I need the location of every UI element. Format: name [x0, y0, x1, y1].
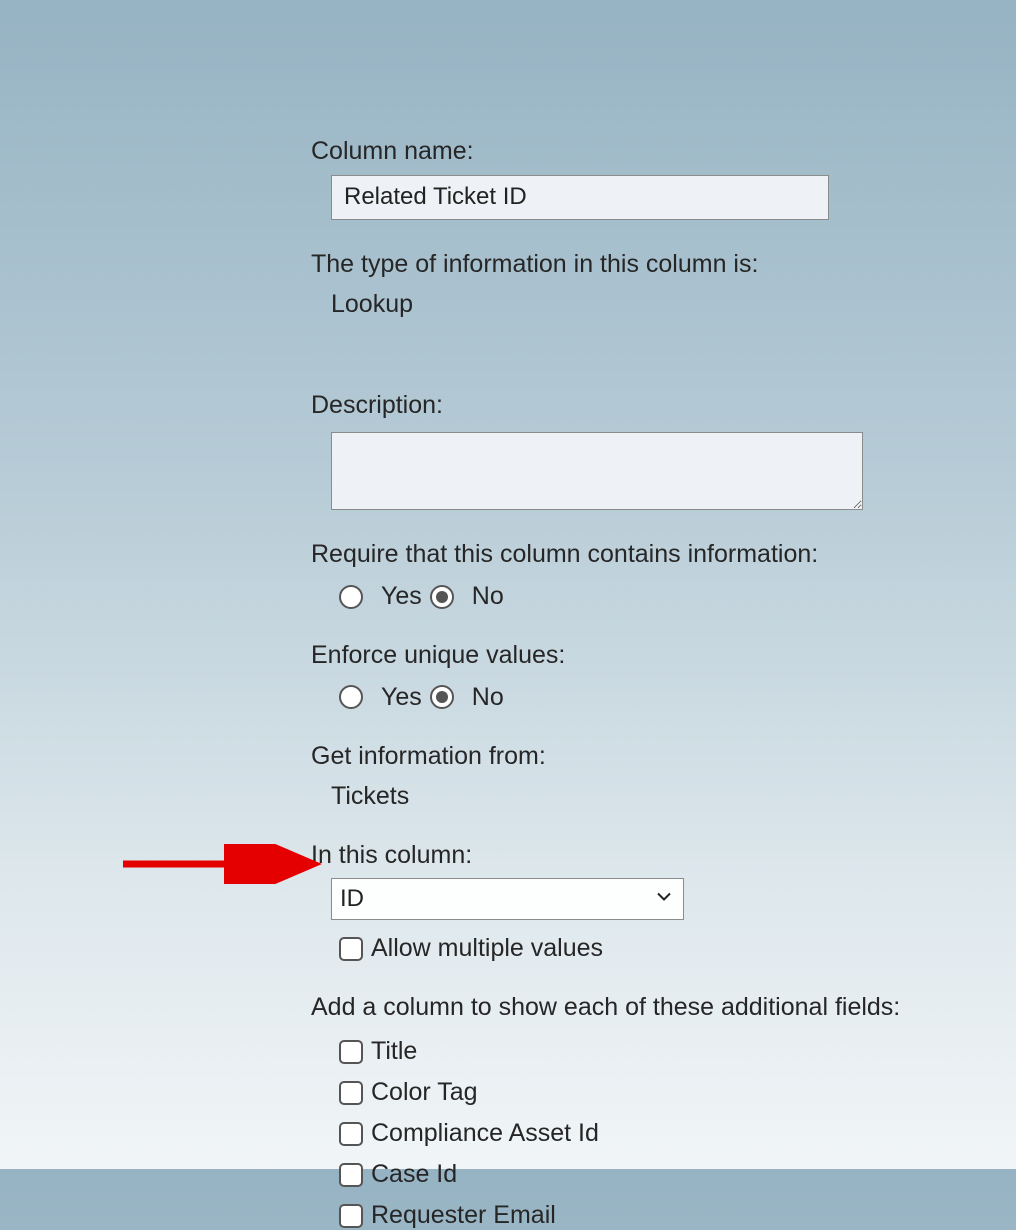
- require-yes-label: Yes: [381, 582, 422, 611]
- field-label: Title: [371, 1037, 417, 1066]
- add-column-label: Add a column to show each of these addit…: [311, 991, 1001, 1025]
- field-label: Requester Email: [371, 1201, 556, 1230]
- description-input[interactable]: [331, 432, 863, 510]
- annotation-arrow-icon: [118, 844, 328, 884]
- require-label: Require that this column contains inform…: [311, 538, 1001, 572]
- field-checkbox-title[interactable]: [339, 1040, 363, 1064]
- enforce-unique-label: Enforce unique values:: [311, 639, 1001, 673]
- column-type-value: Lookup: [331, 290, 1001, 319]
- field-checkbox-case-id[interactable]: [339, 1163, 363, 1187]
- in-this-column-value: ID: [340, 885, 364, 913]
- field-label: Color Tag: [371, 1078, 478, 1107]
- field-checkbox-color-tag[interactable]: [339, 1081, 363, 1105]
- unique-no-radio[interactable]: [430, 685, 454, 709]
- require-no-radio[interactable]: [430, 585, 454, 609]
- field-label: Compliance Asset Id: [371, 1119, 599, 1148]
- require-yes-radio[interactable]: [339, 585, 363, 609]
- field-label: Case Id: [371, 1160, 457, 1189]
- column-name-label: Column name:: [311, 135, 1001, 169]
- in-this-column-label: In this column:: [311, 839, 1001, 873]
- unique-no-label: No: [472, 683, 504, 712]
- field-checkbox-requester-email[interactable]: [339, 1204, 363, 1228]
- additional-fields-list: Title Color Tag Compliance Asset Id Case…: [311, 1037, 1001, 1230]
- allow-multiple-checkbox[interactable]: [339, 937, 363, 961]
- get-info-from-value: Tickets: [331, 782, 1001, 811]
- column-settings-form: Column name: The type of information in …: [311, 135, 1001, 1230]
- in-this-column-select[interactable]: ID: [331, 878, 684, 920]
- require-no-label: No: [472, 582, 504, 611]
- unique-yes-label: Yes: [381, 683, 422, 712]
- description-label: Description:: [311, 389, 1001, 423]
- column-type-label: The type of information in this column i…: [311, 248, 1001, 282]
- unique-yes-radio[interactable]: [339, 685, 363, 709]
- column-name-input[interactable]: [331, 175, 829, 220]
- allow-multiple-label: Allow multiple values: [371, 934, 603, 963]
- field-checkbox-compliance-asset-id[interactable]: [339, 1122, 363, 1146]
- get-info-from-label: Get information from:: [311, 740, 1001, 774]
